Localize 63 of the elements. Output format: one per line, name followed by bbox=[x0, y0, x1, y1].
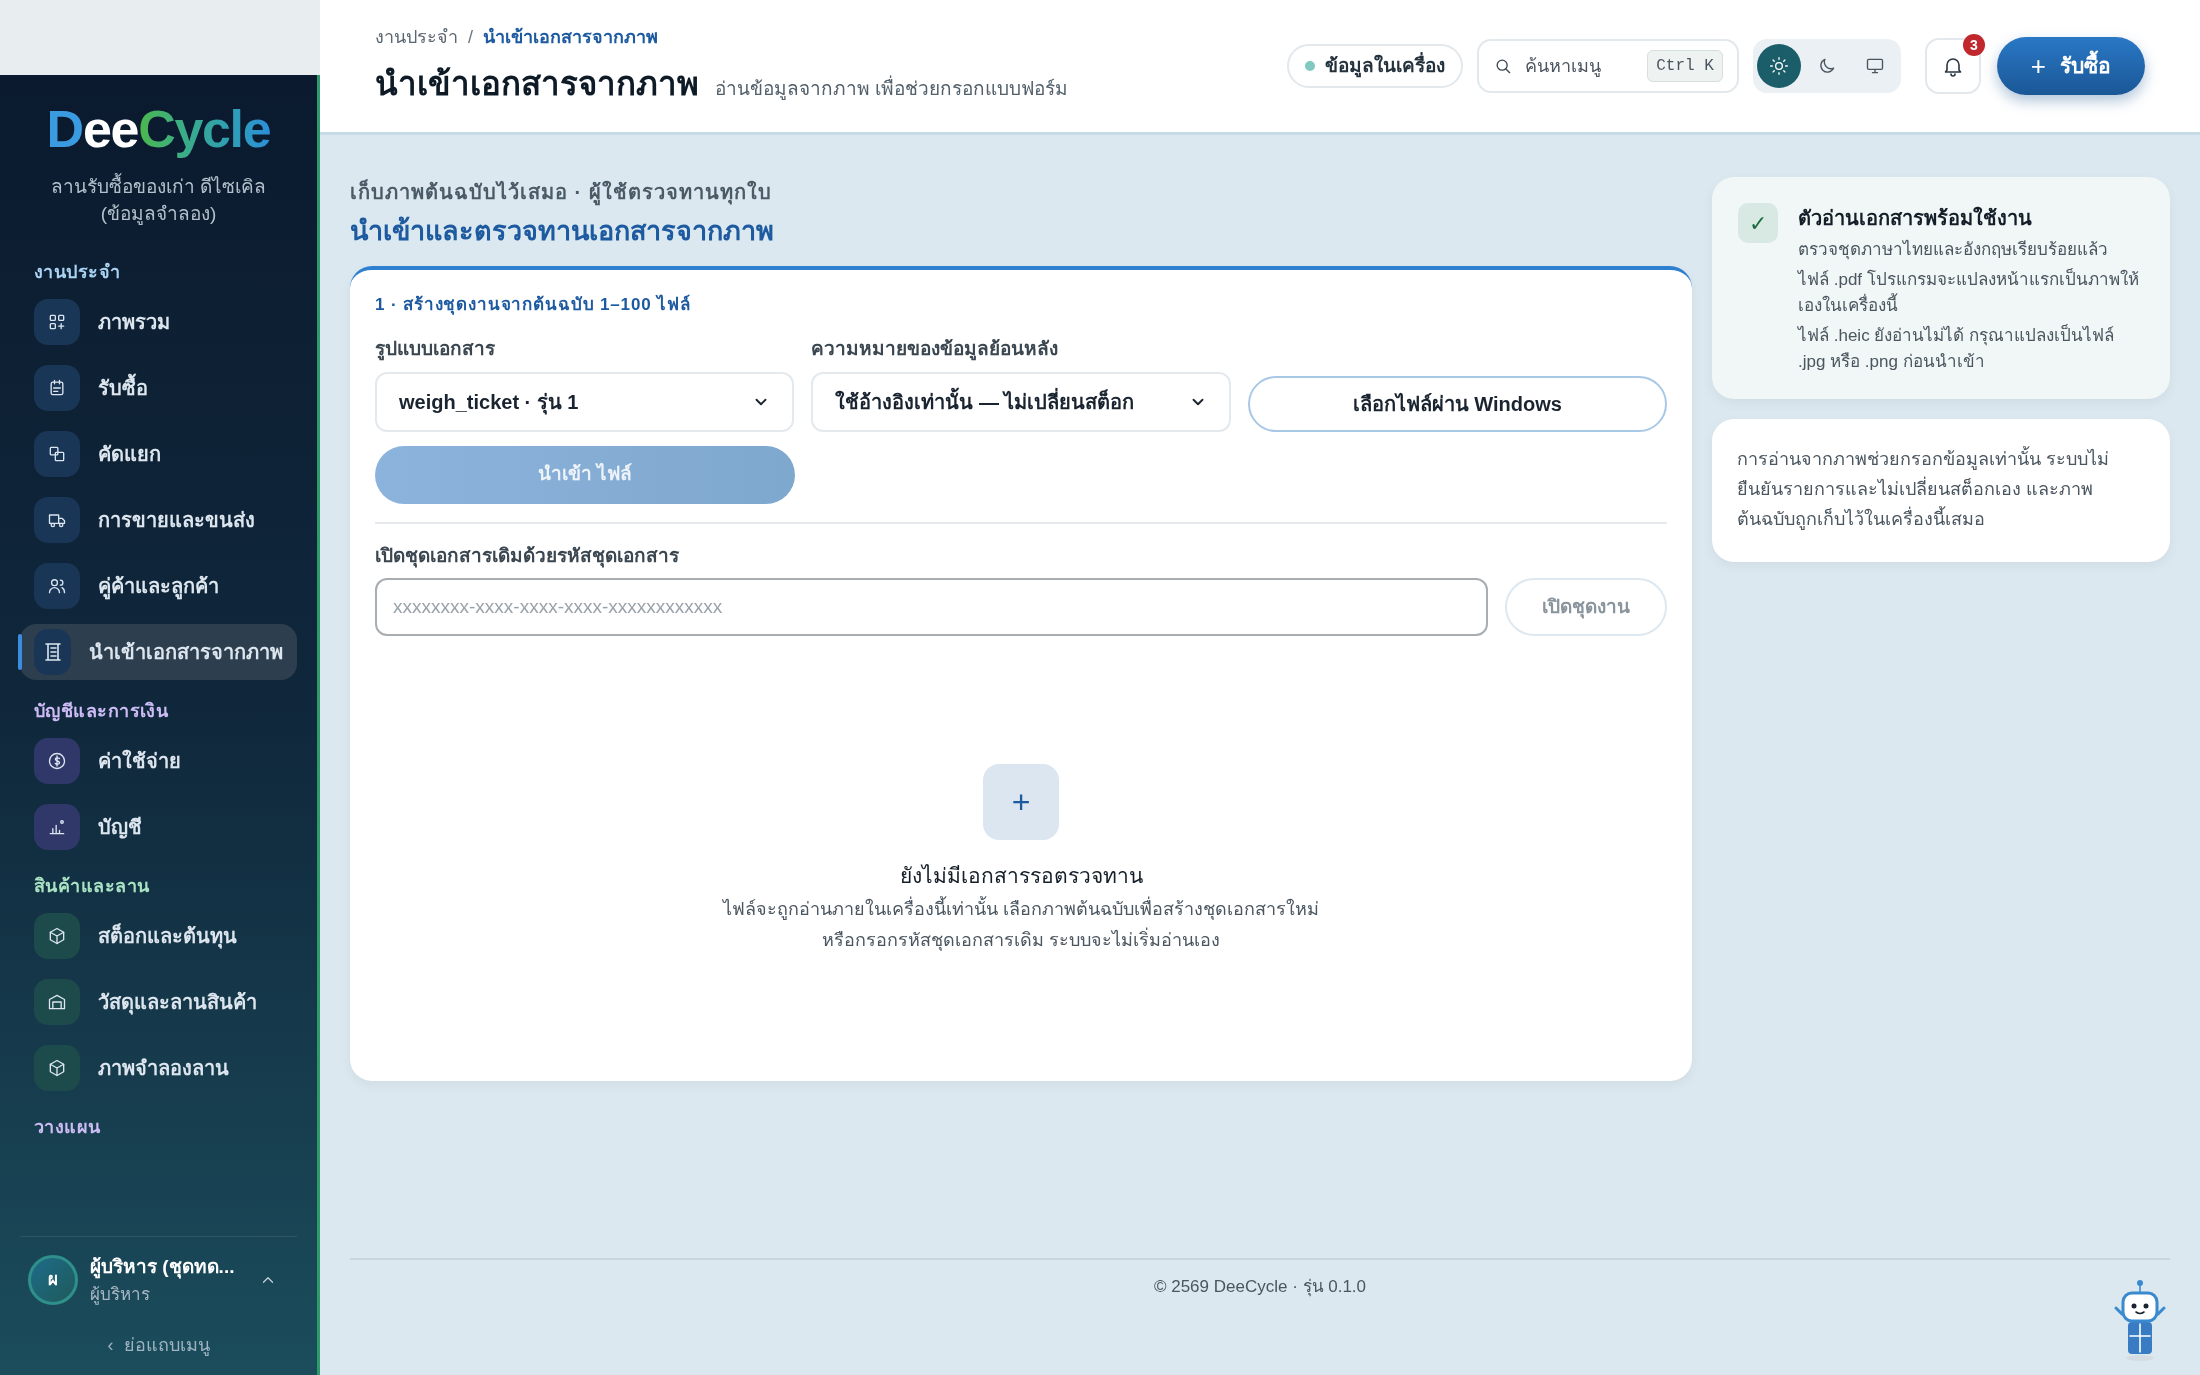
nav-item[interactable]: นำเข้าเอกสารจากภาพ bbox=[20, 624, 297, 680]
check-badge: ✓ bbox=[1738, 203, 1778, 243]
select-field[interactable]: ใช้อ้างอิงเท่านั้น — ไม่เปลี่ยนสต็อก bbox=[811, 371, 1231, 432]
nav-item[interactable]: คัดแยก bbox=[20, 426, 297, 482]
section-label: งานประจำ bbox=[33, 261, 122, 284]
section-heading: นำเข้าและตรวจทานเอกสารจากภาพ bbox=[350, 215, 775, 248]
squares-icon bbox=[47, 444, 67, 464]
breadcrumb-separator: / bbox=[468, 25, 473, 49]
select-field[interactable]: weigh_ticket · รุ่น 1 bbox=[375, 371, 795, 432]
nav-item[interactable]: คู่ค้าและลูกค้า bbox=[20, 558, 297, 614]
user-role: ผู้บริหาร bbox=[90, 1283, 151, 1307]
empty-description: ไฟล์จะถูกอ่านภายในเครื่องนี้เท่านั้น เลือกภาพต้นฉบับเพื่อสร้างชุดเอกสารใหม่ bbox=[723, 895, 1319, 922]
eyebrow-text: เก็บภาพต้นฉบับไว้เสมอ · ผู้ใช้ตรวจทานทุกใบ bbox=[350, 177, 1692, 207]
shortcut-key: Ctrl K bbox=[1647, 50, 1723, 82]
dollar-icon bbox=[47, 751, 67, 771]
section-label: สินค้าและลาน bbox=[33, 875, 151, 898]
section-label: บัญชีและการเงิน bbox=[33, 700, 170, 724]
sun-icon bbox=[1768, 56, 1789, 76]
choose-files-button[interactable]: เลือกไฟล์ผ่าน Windows bbox=[1247, 375, 1667, 432]
search-input[interactable]: ค้นหาเมนู bbox=[1524, 52, 1636, 80]
empty-title: ยังไม่มีเอกสารรอตรวจทาน bbox=[899, 863, 1143, 889]
breadcrumb-item: นำเข้าเอกสารจากภาพ bbox=[483, 25, 658, 49]
new-purchase-button[interactable]: + รับซื้อ bbox=[1996, 37, 2145, 95]
chart-icon bbox=[47, 817, 67, 837]
page-title: นำเข้าเอกสารจากภาพ bbox=[375, 63, 699, 104]
nav-item[interactable]: บัญชี bbox=[20, 799, 297, 855]
monitor-icon bbox=[1864, 56, 1885, 76]
batch-id-input[interactable]: xxxxxxxx-xxxx-xxxx-xxxx-xxxxxxxxxxxx bbox=[375, 578, 1488, 636]
nav-item[interactable]: ภาพรวม bbox=[20, 294, 297, 350]
cube-icon bbox=[47, 926, 67, 946]
step-label: 1 · สร้างชุดงานจากต้นฉบับ 1–100 ไฟล์ bbox=[375, 293, 692, 317]
nav-item[interactable]: การขายและขนส่ง bbox=[20, 492, 297, 548]
avatar[interactable]: ผ bbox=[28, 1255, 78, 1305]
card-text: ไฟล์ .heic ยังอ่านไม่ได้ กรุณาแปลงเป็นไฟล์ .jpg หรือ .png ก่อนนำเข้า bbox=[1798, 323, 2116, 373]
card-text: ตรวจชุดภาษาไทยและอังกฤษเรียบร้อยแล้ว bbox=[1798, 238, 2109, 262]
warehouse-icon bbox=[47, 992, 67, 1012]
footer-text: © 2569 DeeCycle · รุ่น 0.1.0 bbox=[1153, 1276, 1367, 1298]
empty-description: หรือกรอกรหัสชุดเอกสารเดิม ระบบจะไม่เริ่มอ่านเอง bbox=[822, 926, 1220, 953]
nav-item[interactable]: สต็อกและต้นทุน bbox=[20, 908, 297, 964]
users-icon bbox=[47, 576, 67, 596]
add-tile: + bbox=[983, 764, 1059, 840]
collapse-menu-button[interactable]: ‹ ย่อแถบเมนู bbox=[107, 1331, 210, 1359]
user-name: ผู้บริหาร (ชุดทด... bbox=[90, 1255, 236, 1281]
page-subtitle: อ่านข้อมูลจากภาพ เพื่อช่วยกรอกแบบฟอร์ม bbox=[715, 74, 1069, 102]
notification-count: 3 bbox=[1962, 34, 1985, 56]
card-title: ตัวอ่านเอกสารพร้อมใช้งาน bbox=[1798, 205, 2033, 231]
section-label: วางแผน bbox=[33, 1116, 102, 1139]
field-label: เปิดชุดเอกสารเดิมด้วยรหัสชุดเอกสาร bbox=[375, 543, 680, 570]
field-label: รูปแบบเอกสาร bbox=[375, 337, 496, 363]
status-pill: ข้อมูลในเครื่อง bbox=[1286, 44, 1463, 88]
field-label: ความหมายของข้อมูลย้อนหลัง bbox=[811, 337, 1060, 363]
grid-icon bbox=[47, 312, 67, 332]
breadcrumb-item[interactable]: งานประจำ bbox=[375, 23, 458, 51]
nav-item[interactable]: รับซื้อ bbox=[20, 360, 297, 416]
note-card: การอ่านจากภาพช่วยกรอกข้อมูลเท่านั้น ระบบไม่ยืนยันรายการและไม่เปลี่ยนสต็อกเอง และภาพต้นฉบับถูกเก็บไว้ในเครื่องนี้เสมอ bbox=[1712, 419, 2170, 562]
theme-button[interactable] bbox=[1756, 44, 1801, 88]
card-text: ไฟล์ .pdf โปรแกรมจะแปลงหน้าแรกเป็นภาพให้เองในเครื่องนี้ bbox=[1798, 267, 2140, 317]
organization-name: ลานรับซื้อของเก่า ดีไซเคิล (ข้อมูลจำลอง) bbox=[0, 173, 317, 227]
nav-item[interactable]: ค่าใช้จ่าย bbox=[20, 733, 297, 789]
cube-icon bbox=[47, 1058, 67, 1078]
nav-item[interactable]: วัสดุและลานสินค้า bbox=[20, 974, 297, 1030]
search-field[interactable]: ค้นหาเมนู Ctrl K bbox=[1476, 39, 1739, 93]
nav-item[interactable]: ภาพจำลองลาน bbox=[20, 1040, 297, 1096]
